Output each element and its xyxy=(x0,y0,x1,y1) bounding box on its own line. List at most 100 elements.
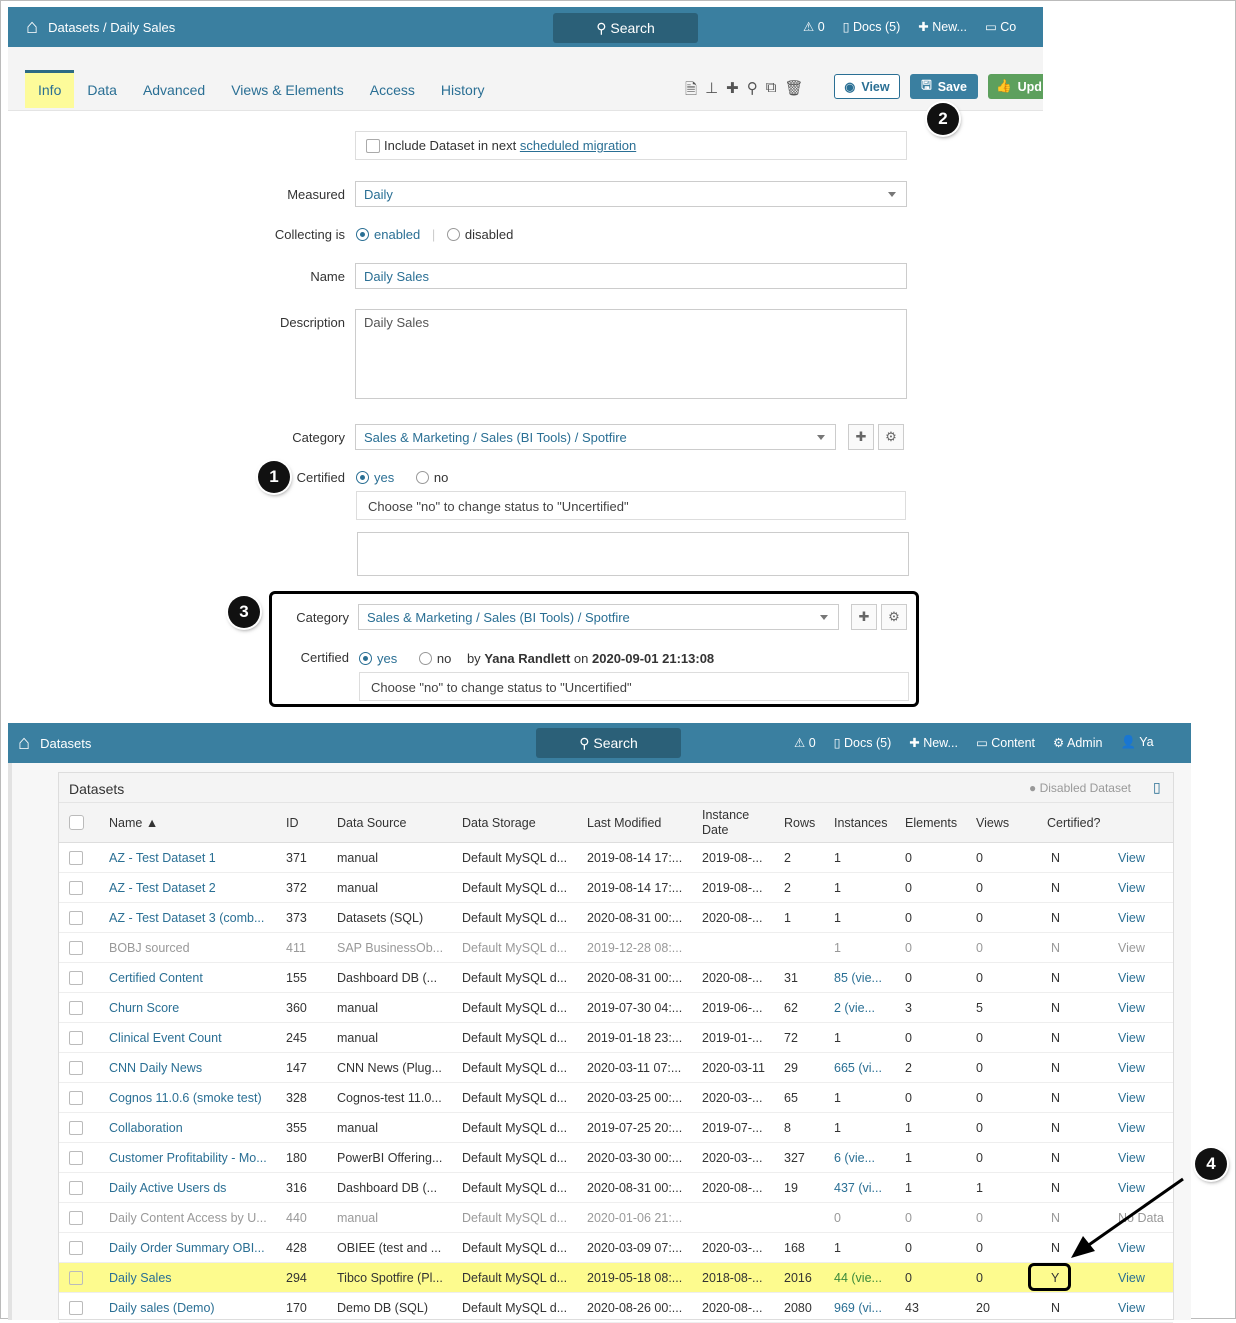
cell-name[interactable]: Cognos 11.0.6 (smoke test) xyxy=(109,1091,262,1105)
breadcrumb[interactable]: Datasets xyxy=(40,736,91,751)
certified-yes-radio[interactable]: yes xyxy=(359,651,397,666)
row-checkbox[interactable] xyxy=(69,1121,83,1135)
column-header-certified[interactable]: Certified? xyxy=(1047,816,1101,830)
column-header-data-storage[interactable]: Data Storage xyxy=(462,816,536,830)
cell-view-link[interactable]: View xyxy=(1118,941,1145,955)
cell-view-link[interactable]: View xyxy=(1118,1031,1145,1045)
alerts-button[interactable]: ⚠ 0 xyxy=(794,735,816,750)
tab-info[interactable]: Info xyxy=(25,70,75,108)
content-button[interactable]: ▭ Co xyxy=(985,19,1016,34)
category-select[interactable]: Sales & Marketing / Sales (BI Tools) / S… xyxy=(358,604,839,630)
row-checkbox[interactable] xyxy=(69,1301,83,1315)
column-header-data-source[interactable]: Data Source xyxy=(337,816,406,830)
docs-button[interactable]: ▯ Docs (5) xyxy=(843,19,901,34)
cell-view-link[interactable]: View xyxy=(1118,1121,1145,1135)
cell-name[interactable]: AZ - Test Dataset 2 xyxy=(109,881,216,895)
description-textarea[interactable]: Daily Sales xyxy=(355,309,907,399)
certified-no-radio[interactable]: no xyxy=(418,651,451,666)
row-checkbox[interactable] xyxy=(69,1001,83,1015)
search-button[interactable]: ⚲ Search xyxy=(553,13,698,43)
cell-name[interactable]: Daily sales (Demo) xyxy=(109,1301,215,1315)
column-header-instance-date[interactable]: Instance Date xyxy=(702,808,757,838)
cell-name[interactable]: Churn Score xyxy=(109,1001,179,1015)
home-icon[interactable]: ⌂ xyxy=(18,732,30,755)
plus-icon[interactable]: ✚ xyxy=(726,79,739,104)
row-checkbox[interactable] xyxy=(69,1181,83,1195)
cell-instances[interactable]: 85 (vie... xyxy=(834,971,882,985)
migration-checkbox[interactable] xyxy=(366,139,380,153)
scheduled-migration-link[interactable]: scheduled migration xyxy=(520,138,636,153)
table-row[interactable]: Clinical Event Count 245 manual Default MyS… xyxy=(59,1023,1173,1053)
home-icon[interactable]: ⌂ xyxy=(26,16,38,39)
cell-name[interactable]: CNN Daily News xyxy=(109,1061,202,1075)
row-checkbox[interactable] xyxy=(69,1151,83,1165)
breadcrumb[interactable]: Datasets / Daily Sales xyxy=(48,20,175,35)
document-icon[interactable]: 🗎 xyxy=(685,79,697,104)
cell-instances[interactable]: 665 (vi... xyxy=(834,1061,882,1075)
save-button[interactable]: 🖫 Save xyxy=(910,74,978,99)
search-button[interactable]: ⚲ Search xyxy=(536,728,681,758)
column-header-rows[interactable]: Rows xyxy=(784,816,815,830)
row-checkbox[interactable] xyxy=(69,1061,83,1075)
docs-button[interactable]: ▯ Docs (5) xyxy=(834,735,892,750)
category-settings-button[interactable]: ⚙ xyxy=(881,604,907,630)
add-category-button[interactable]: ✚ xyxy=(848,424,874,450)
cell-view-link[interactable]: View xyxy=(1118,1001,1145,1015)
row-checkbox[interactable] xyxy=(69,1091,83,1105)
column-header-views[interactable]: Views xyxy=(976,816,1009,830)
cell-view-link[interactable]: View xyxy=(1118,881,1145,895)
row-checkbox[interactable] xyxy=(69,1031,83,1045)
table-row[interactable]: AZ - Test Dataset 1 371 manual Default MySQ… xyxy=(59,843,1173,873)
cell-instances[interactable]: 969 (vi... xyxy=(834,1301,882,1315)
columns-toggle-icon[interactable]: ▯ xyxy=(1153,779,1161,796)
disabled-radio[interactable]: disabled xyxy=(446,227,513,242)
table-row[interactable]: Churn Score 360 manual Default MySQL d... 20… xyxy=(59,993,1173,1023)
tab-views-elements[interactable]: Views & Elements xyxy=(218,70,357,108)
table-row[interactable]: Collaboration 355 manual Default MySQL d...… xyxy=(59,1113,1173,1143)
cell-view-link[interactable]: View xyxy=(1118,1151,1145,1165)
cell-view-link[interactable]: View xyxy=(1118,971,1145,985)
column-header-last-modified[interactable]: Last Modified xyxy=(587,816,661,830)
alerts-button[interactable]: ⚠ 0 xyxy=(803,19,825,34)
cell-name[interactable]: Clinical Event Count xyxy=(109,1031,222,1045)
add-category-button[interactable]: ✚ xyxy=(851,604,877,630)
table-row[interactable]: Customer Profitability - Mo... 180 PowerBI… xyxy=(59,1143,1173,1173)
cell-instances[interactable]: 2 (vie... xyxy=(834,1001,875,1015)
new-button[interactable]: ✚ New... xyxy=(909,735,958,750)
row-checkbox[interactable] xyxy=(69,971,83,985)
new-button[interactable]: ✚ New... xyxy=(918,19,967,34)
cell-view-link[interactable]: View xyxy=(1118,1271,1145,1285)
table-row[interactable]: CNN Daily News 147 CNN News (Plug... Defaul… xyxy=(59,1053,1173,1083)
update-button[interactable]: 👍 Upd xyxy=(988,74,1043,99)
copy-icon[interactable]: ⧉ xyxy=(766,79,777,104)
cell-name[interactable]: AZ - Test Dataset 1 xyxy=(109,851,216,865)
row-checkbox[interactable] xyxy=(69,851,83,865)
cell-name[interactable]: Daily Active Users ds xyxy=(109,1181,226,1195)
hierarchy-icon[interactable]: ⊥ xyxy=(705,79,718,104)
row-checkbox[interactable] xyxy=(69,1241,83,1255)
view-button[interactable]: ◉ View xyxy=(834,74,900,99)
user-button[interactable]: 👤 Ya xyxy=(1120,735,1153,750)
category-settings-button[interactable]: ⚙ xyxy=(878,424,904,450)
category-select[interactable]: Sales & Marketing / Sales (BI Tools) / S… xyxy=(355,424,836,450)
tab-data[interactable]: Data xyxy=(74,70,130,108)
tab-access[interactable]: Access xyxy=(357,70,428,108)
tab-history[interactable]: History xyxy=(428,70,498,108)
cell-name[interactable]: AZ - Test Dataset 3 (comb... xyxy=(109,911,264,925)
row-checkbox[interactable] xyxy=(69,941,83,955)
enabled-radio[interactable]: enabled xyxy=(356,227,420,242)
trash-icon[interactable]: 🗑 xyxy=(784,79,803,104)
cell-name[interactable]: BOBJ sourced xyxy=(109,941,190,955)
row-checkbox[interactable] xyxy=(69,1271,83,1285)
cell-name[interactable]: Certified Content xyxy=(109,971,203,985)
column-header-elements[interactable]: Elements xyxy=(905,816,957,830)
cell-view-link[interactable]: View xyxy=(1118,1091,1145,1105)
cell-name[interactable]: Daily Content Access by U... xyxy=(109,1211,267,1225)
admin-button[interactable]: ⚙ Admin xyxy=(1053,735,1102,750)
cell-name[interactable]: Daily Order Summary OBI... xyxy=(109,1241,265,1255)
cell-view-link[interactable]: View xyxy=(1118,851,1145,865)
cell-instances[interactable]: 437 (vi... xyxy=(834,1181,882,1195)
row-checkbox[interactable] xyxy=(69,1211,83,1225)
column-header-instances[interactable]: Instances xyxy=(834,816,888,830)
certified-notes-textarea[interactable] xyxy=(357,532,909,576)
